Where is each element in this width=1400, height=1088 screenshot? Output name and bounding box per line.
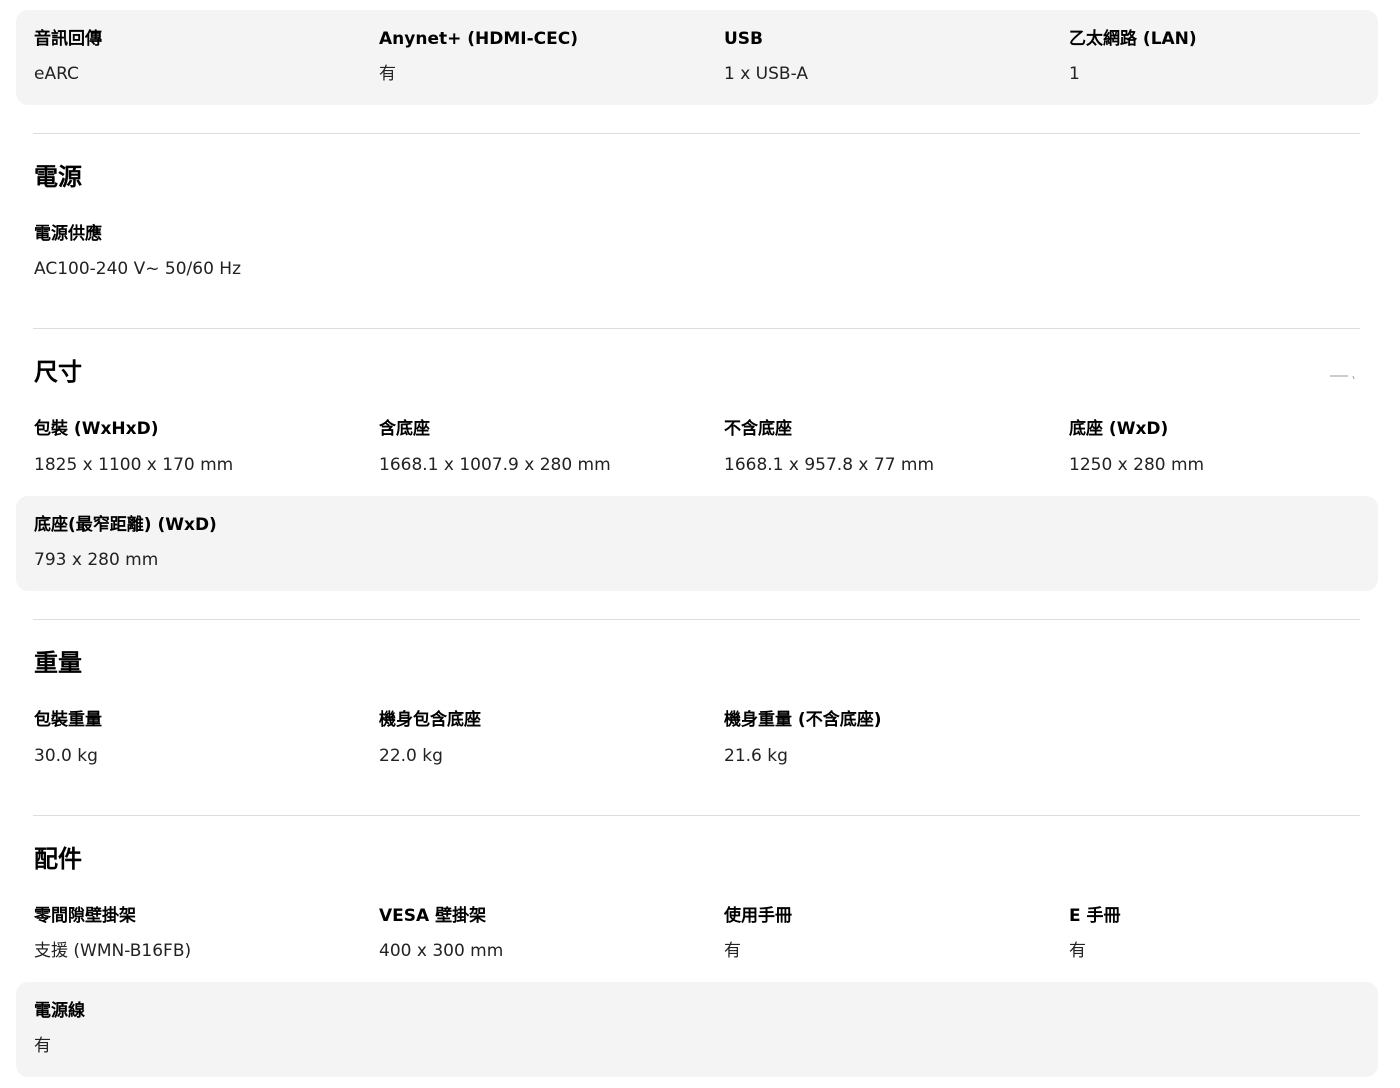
spec-value-user-manual: 有 <box>724 941 741 961</box>
spec-value-usb: 1 x USB-A <box>724 64 808 84</box>
spec-label-lan: 乙太網路 (LAN) <box>1069 29 1197 49</box>
spec-value-power-supply: AC100-240 V~ 50/60 Hz <box>34 259 242 279</box>
spec-label-weight-with-stand: 機身包含底座 <box>379 710 481 730</box>
spec-value-audio-return: eARC <box>34 64 79 84</box>
spec-value-without-stand: 1668.1 x 957.8 x 77 mm <box>724 455 935 475</box>
spec-label-vesa-mount: VESA 壁掛架 <box>379 906 487 926</box>
minus-icon[interactable] <box>1328 374 1358 380</box>
spec-label-with-stand: 含底座 <box>379 419 430 439</box>
section-title-power[interactable]: 電源 <box>34 162 82 192</box>
spec-label-slim-wall-mount: 零間隙壁掛架 <box>34 906 136 926</box>
dimensions-extra-panel <box>16 496 1378 591</box>
spec-label-power-cable: 電源線 <box>34 1001 85 1021</box>
spec-label-user-manual: 使用手冊 <box>724 906 792 926</box>
spec-value-lan: 1 <box>1069 64 1080 84</box>
spec-label-weight-without-stand: 機身重量 (不含底座) <box>724 710 882 730</box>
spec-value-stand-min-width: 793 x 280 mm <box>34 550 159 570</box>
section-divider <box>33 815 1360 816</box>
accessories-extra-panel <box>16 982 1378 1077</box>
spec-value-stand-size: 1250 x 280 mm <box>1069 455 1205 475</box>
spec-value-vesa-mount: 400 x 300 mm <box>379 941 504 961</box>
spec-label-e-manual: E 手冊 <box>1069 906 1121 926</box>
spec-value-anynet: 有 <box>379 64 396 84</box>
spec-label-stand-min-width: 底座(最窄距離) (WxD) <box>34 515 217 535</box>
section-title-dimensions[interactable]: 尺寸 <box>34 357 82 387</box>
spec-value-with-stand: 1668.1 x 1007.9 x 280 mm <box>379 455 611 475</box>
section-title-accessories[interactable]: 配件 <box>34 844 82 874</box>
spec-label-usb: USB <box>724 29 764 49</box>
spec-label-power-supply: 電源供應 <box>34 224 102 244</box>
spec-label-without-stand: 不含底座 <box>724 419 792 439</box>
spec-label-package-size: 包裝 (WxHxD) <box>34 419 159 439</box>
section-divider <box>33 133 1360 134</box>
spec-label-package-weight: 包裝重量 <box>34 710 102 730</box>
spec-value-package-size: 1825 x 1100 x 170 mm <box>34 455 234 475</box>
spec-value-package-weight: 30.0 kg <box>34 746 98 766</box>
spec-value-weight-without-stand: 21.6 kg <box>724 746 788 766</box>
spec-value-power-cable: 有 <box>34 1036 51 1056</box>
spec-value-weight-with-stand: 22.0 kg <box>379 746 443 766</box>
connectivity-panel <box>16 10 1378 105</box>
spec-value-e-manual: 有 <box>1069 941 1086 961</box>
spec-value-slim-wall-mount: 支援 (WMN-B16FB) <box>34 941 192 961</box>
spec-label-audio-return: 音訊回傳 <box>34 29 102 49</box>
section-title-weight[interactable]: 重量 <box>34 648 82 678</box>
spec-label-stand-size: 底座 (WxD) <box>1069 419 1169 439</box>
section-divider <box>33 619 1360 620</box>
spec-label-anynet: Anynet+ (HDMI-CEC) <box>379 29 579 49</box>
section-divider <box>33 328 1360 329</box>
